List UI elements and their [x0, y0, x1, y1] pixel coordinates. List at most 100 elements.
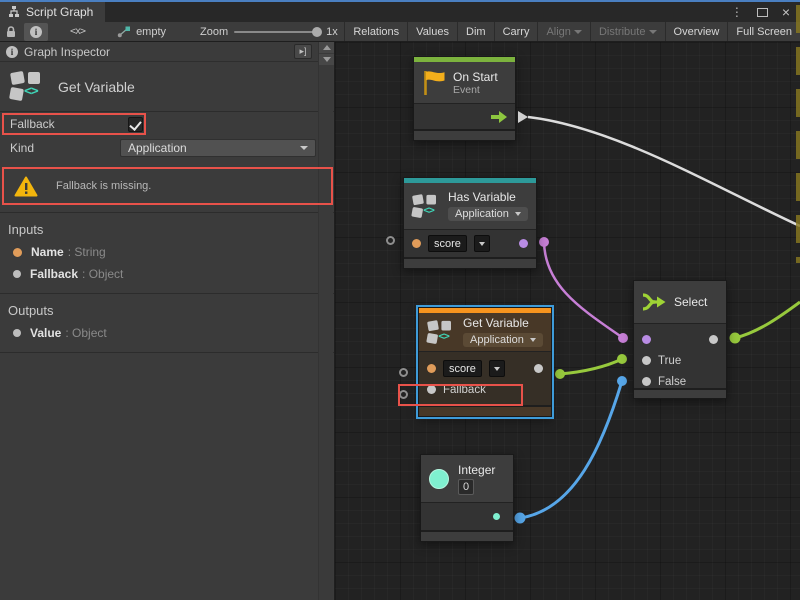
wire-getvariable-to-select-true[interactable] [560, 359, 622, 374]
close-icon[interactable]: × [782, 5, 790, 19]
wire-layer [335, 42, 800, 600]
selection-output-port[interactable] [709, 335, 718, 344]
values-button[interactable]: Values [407, 22, 457, 41]
node-integer[interactable]: Integer 0 [420, 454, 514, 542]
scroll-up-icon[interactable] [319, 42, 334, 53]
value-output-port[interactable] [534, 364, 543, 373]
kind-dropdown[interactable]: Application [120, 139, 316, 157]
node-title: Integer [458, 463, 495, 477]
bool-output-port[interactable] [519, 239, 528, 248]
zoom-slider[interactable] [234, 31, 320, 33]
distribute-dropdown[interactable]: Distribute [590, 22, 665, 41]
overview-button[interactable]: Overview [665, 22, 728, 41]
node-get-variable[interactable]: <> Get Variable Application score Fallba… [418, 307, 552, 417]
integer-output-port[interactable] [493, 513, 500, 520]
unit-title: Get Variable [58, 79, 135, 95]
variables-icon: <> [427, 320, 454, 345]
kind-value: Application [128, 141, 187, 155]
name-input-port[interactable] [427, 364, 436, 373]
zoom-slider-handle[interactable] [312, 27, 322, 37]
chevron-down-icon [530, 338, 536, 342]
graph-toolbar: i <x> empty Zoom 1x Relations Values Dim… [0, 22, 800, 42]
kind-row: Kind Application [0, 136, 334, 160]
true-input-port[interactable] [642, 356, 651, 365]
node-title: Select [674, 295, 707, 309]
wire-onstart-out[interactable] [528, 117, 800, 226]
fallback-option-label: Fallback [10, 117, 120, 131]
input-fallback: Fallback [30, 267, 78, 281]
onstart-output-port[interactable] [518, 111, 528, 123]
getvariable-name-port-ring[interactable] [399, 368, 408, 377]
variable-kind-dropdown[interactable]: Application [448, 207, 528, 221]
string-port-icon [13, 248, 22, 257]
annotation-rect-warning [2, 167, 333, 205]
warning-text: Fallback is missing. [56, 180, 151, 192]
variable-picker-button[interactable] [474, 235, 490, 252]
zoom-label: Zoom [200, 26, 228, 38]
input-row-name: Name : String [0, 241, 334, 263]
fallback-checkbox[interactable] [128, 117, 143, 132]
clipped-node-edge [796, 5, 800, 263]
dim-button[interactable]: Dim [457, 22, 494, 41]
variables-icon: <> [412, 194, 439, 219]
condition-input-port[interactable] [642, 335, 651, 344]
variable-name-field[interactable]: score [443, 360, 482, 377]
fallback-input-port[interactable] [427, 385, 436, 394]
integer-circle-icon [429, 469, 449, 489]
carry-button[interactable]: Carry [494, 22, 538, 41]
wire-select-out[interactable] [735, 302, 800, 338]
variable-picker-button[interactable] [489, 360, 505, 377]
dock-icon[interactable]: ▸] [294, 44, 312, 59]
scroll-down-icon[interactable] [319, 54, 334, 65]
output-value-type: : Object [65, 326, 106, 340]
variables-icon: <> [10, 71, 44, 102]
node-select[interactable]: Select True False [633, 280, 727, 399]
inspector-title: Graph Inspector [24, 45, 110, 59]
output-row-value: Value : Object [0, 322, 334, 344]
node-has-variable[interactable]: <> Has Variable Application score [403, 177, 537, 269]
getvariable-fallback-port-ring[interactable] [399, 390, 408, 399]
select-merge-icon [642, 292, 667, 312]
tab-script-graph[interactable]: Script Graph [0, 2, 105, 22]
zoom-control: Zoom 1x [200, 26, 338, 38]
maximize-icon[interactable] [757, 8, 768, 17]
name-input-port[interactable] [412, 239, 421, 248]
info-icon: i [6, 46, 18, 58]
fallback-port-label: Fallback [443, 384, 486, 396]
flow-arrow-icon[interactable] [491, 111, 507, 123]
warning-box: Fallback is missing. [0, 168, 334, 204]
false-port-label: False [658, 376, 686, 388]
tab-bar: Script Graph ⋮ × [0, 2, 800, 22]
inspector-header: i Graph Inspector ▸] [0, 42, 334, 62]
node-on-start[interactable]: On Start Event [413, 56, 516, 141]
graph-icon [8, 6, 20, 18]
output-value: Value [30, 326, 61, 340]
node-subtitle: Event [453, 84, 498, 96]
true-port-label: True [658, 355, 681, 367]
relations-button[interactable]: Relations [344, 22, 407, 41]
wire-hasvariable-to-select[interactable] [544, 242, 623, 338]
breadcrumb-label: empty [136, 26, 166, 38]
panel-scrollbar[interactable] [318, 42, 333, 600]
variable-kind-dropdown[interactable]: Application [463, 333, 543, 347]
align-dropdown[interactable]: Align [537, 22, 590, 41]
object-port-icon [13, 329, 21, 337]
node-title: On Start [453, 70, 498, 84]
hasvariable-name-port-ring[interactable] [386, 236, 395, 245]
variable-name-field[interactable]: score [428, 235, 467, 252]
graph-breadcrumb[interactable]: empty [117, 26, 166, 38]
input-name-type: : String [68, 245, 106, 259]
inspector-toggle-button[interactable]: i [24, 23, 48, 41]
code-preview-icon[interactable]: <x> [64, 23, 91, 41]
node-title: Get Variable [463, 316, 543, 330]
graph-canvas[interactable]: On Start Event <> Has Variable Applicati… [335, 42, 800, 600]
window-menu-icon[interactable]: ⋮ [731, 6, 743, 18]
chevron-down-icon [300, 146, 308, 150]
integer-value-field[interactable]: 0 [458, 479, 474, 495]
fullscreen-button[interactable]: Full Screen [727, 22, 800, 41]
lock-icon[interactable] [0, 23, 22, 41]
branch-icon [117, 26, 131, 38]
false-input-port[interactable] [642, 377, 651, 386]
tab-title: Script Graph [26, 5, 93, 19]
outputs-header: Outputs [0, 294, 334, 322]
